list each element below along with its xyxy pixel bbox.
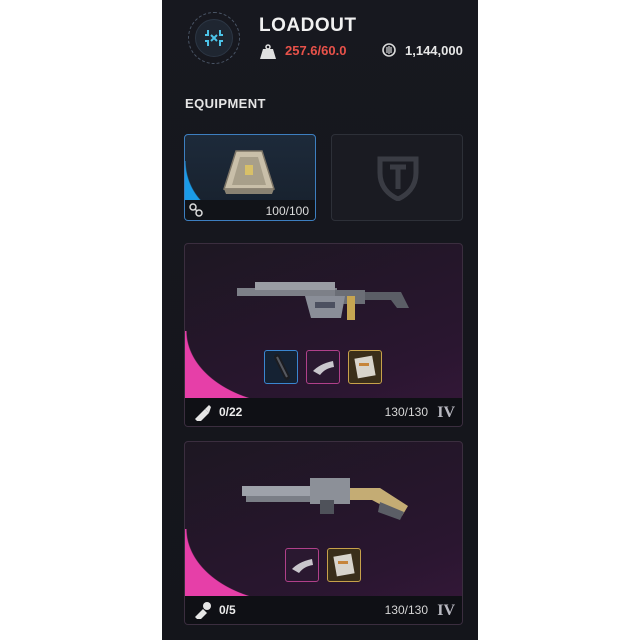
ammo-count: 0/5: [219, 603, 236, 617]
rifle-icon: [237, 282, 409, 320]
rarity-accent: [185, 529, 295, 604]
grip-mod[interactable]: [306, 350, 340, 384]
shield-durability: 100/100: [265, 204, 309, 218]
weight-icon: [260, 44, 276, 59]
empty-equipment-slot[interactable]: [331, 134, 463, 221]
shield-slot[interactable]: 100/100: [184, 134, 316, 221]
loadout-emblem: [188, 12, 240, 64]
loadout-emblem-icon: [195, 19, 233, 57]
weapon-durability: 130/130: [384, 405, 428, 419]
shell-icon: [195, 602, 211, 619]
bullet-icon: [195, 405, 211, 421]
coin-icon: [382, 43, 396, 57]
ammo-count: 0/22: [219, 405, 243, 419]
weight-value: 257.6/60.0: [285, 43, 347, 58]
shield-emblem-icon: [377, 156, 419, 201]
grip-mod[interactable]: [285, 548, 319, 582]
silencer-mod[interactable]: [264, 350, 298, 384]
page-title: LOADOUT: [259, 15, 357, 36]
weapon-status-bar: 0/22 130/130 IV: [185, 398, 462, 426]
weapon-durability: 130/130: [384, 603, 428, 617]
repair-icon: [189, 203, 203, 217]
tier-badge: IV: [437, 602, 455, 619]
weapon-status-bar: 0/5 130/130 IV: [185, 596, 462, 624]
weapon-slot-primary[interactable]: 0/22 130/130 IV: [184, 243, 463, 427]
shield-status-bar: 100/100: [185, 200, 315, 220]
magazine-mod[interactable]: [327, 548, 361, 582]
magazine-mod[interactable]: [348, 350, 382, 384]
currency-value: 1,144,000: [405, 43, 463, 58]
weapon-slot-secondary[interactable]: 0/5 130/130 IV: [184, 441, 463, 625]
shield-item-icon: [222, 150, 276, 194]
equipment-heading: EQUIPMENT: [185, 96, 266, 111]
tier-badge: IV: [437, 404, 455, 421]
shotgun-icon: [242, 478, 408, 520]
